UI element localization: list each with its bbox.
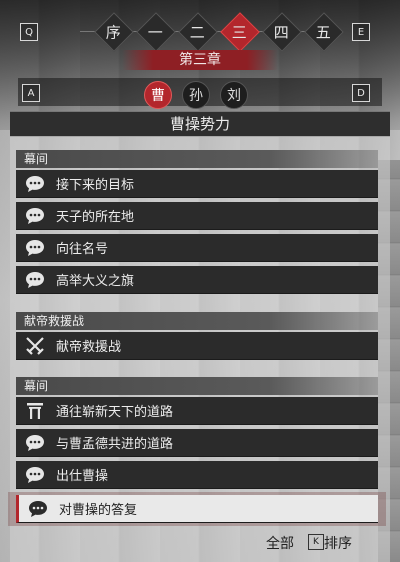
tab-chapter-5[interactable]: 五	[304, 12, 344, 52]
list-item[interactable]: 出仕曹操	[16, 461, 378, 489]
list-item-battle[interactable]: 献帝救援战	[16, 332, 378, 360]
list-item-label: 对曹操的答复	[59, 503, 138, 518]
list-item-label: 接下来的目标	[56, 178, 135, 193]
speech-bubble-icon	[24, 237, 46, 259]
list-item-route[interactable]: 通往崭新天下的道路	[16, 397, 378, 425]
list-item[interactable]: 向往名号	[16, 234, 378, 262]
list-item[interactable]: 天子的所在地	[16, 202, 378, 230]
tab-faction-liu[interactable]: 刘	[220, 81, 248, 109]
key-hint-k[interactable]: K	[308, 534, 324, 550]
section-header: 献帝救援战	[16, 312, 378, 330]
list-item-label: 向往名号	[56, 242, 109, 257]
filter-all-button[interactable]: 全部	[266, 533, 294, 553]
panel-title: 曹操势力	[10, 111, 390, 137]
speech-bubble-icon	[24, 173, 46, 195]
list-item[interactable]: 与曹孟德共进的道路	[16, 429, 378, 457]
chapter-title: 第三章	[122, 50, 278, 70]
chapter-tabs: 序 一 二 三 四 五	[94, 12, 344, 52]
list-item[interactable]: 高举大义之旗	[16, 266, 378, 294]
speech-bubble-icon	[27, 498, 49, 520]
tab-label: 序	[106, 23, 122, 42]
list-item-label: 献帝救援战	[56, 340, 122, 355]
list-item-label: 出仕曹操	[56, 469, 109, 484]
section-header: 幕间	[16, 377, 378, 395]
key-hint-q[interactable]: Q	[20, 23, 38, 41]
crossed-swords-icon	[24, 335, 46, 357]
tab-label: 三	[232, 23, 248, 42]
tab-faction-cao[interactable]: 曹	[144, 81, 172, 109]
speech-bubble-icon	[24, 205, 46, 227]
tab-label: 二	[190, 23, 206, 42]
key-hint-a[interactable]: A	[22, 84, 40, 102]
list-item-label: 通往崭新天下的道路	[56, 405, 174, 420]
list-item-label: 天子的所在地	[56, 210, 135, 225]
tab-chapter-1[interactable]: 一	[136, 12, 176, 52]
tab-label: 一	[148, 23, 164, 42]
tab-chapter-2[interactable]: 二	[178, 12, 218, 52]
section-header: 幕间	[16, 150, 378, 168]
speech-bubble-icon	[24, 269, 46, 291]
key-hint-d[interactable]: D	[352, 84, 370, 102]
speech-bubble-icon	[24, 464, 46, 486]
list-item-label: 与曹孟德共进的道路	[56, 437, 174, 452]
tab-chapter-3[interactable]: 三	[220, 12, 260, 52]
list-item-selected[interactable]: 对曹操的答复	[16, 495, 378, 523]
tab-faction-sun[interactable]: 孙	[182, 81, 210, 109]
key-hint-e[interactable]: E	[352, 23, 370, 41]
tab-label: 五	[316, 23, 332, 42]
tab-chapter-prologue[interactable]: 序	[94, 12, 134, 52]
list-item-label: 高举大义之旗	[56, 274, 135, 289]
sort-button[interactable]: 排序	[324, 533, 352, 553]
tab-label: 四	[274, 23, 290, 42]
tab-chapter-4[interactable]: 四	[262, 12, 302, 52]
gate-icon	[24, 400, 46, 422]
faction-tabs: 曹 孙 刘	[144, 81, 248, 109]
list-item[interactable]: 接下来的目标	[16, 170, 378, 198]
speech-bubble-icon	[24, 432, 46, 454]
